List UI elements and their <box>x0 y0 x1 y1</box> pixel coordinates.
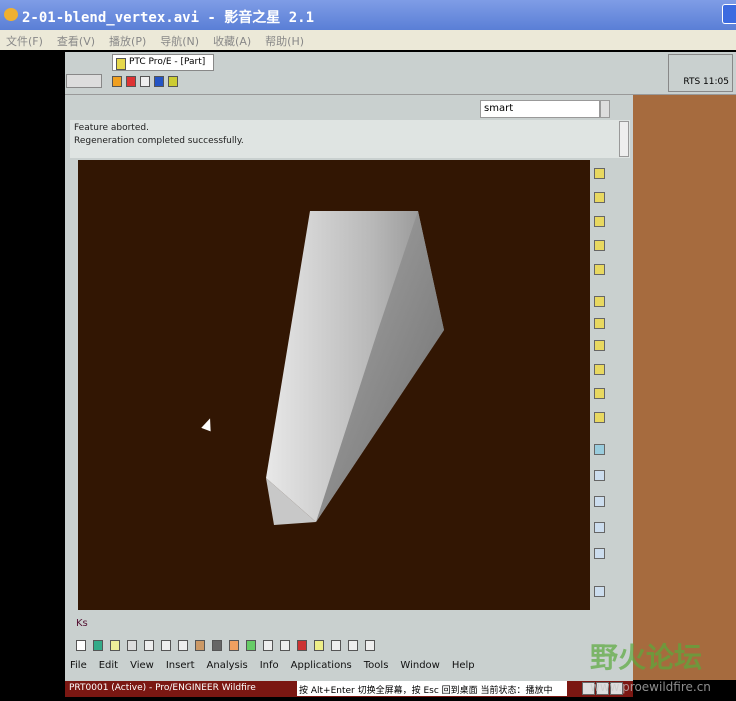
menu-file[interactable]: 文件(F) <box>6 33 43 48</box>
bottom-toolbar <box>76 640 375 651</box>
tool-icon[interactable] <box>594 586 605 597</box>
app-menu-edit[interactable]: Edit <box>99 660 118 671</box>
tool-icon[interactable] <box>594 168 605 179</box>
message: Regeneration completed successfully. <box>74 136 244 146</box>
tool-icon[interactable] <box>594 548 605 559</box>
part-model <box>266 211 444 525</box>
watermark-logo: 野火论坛 <box>590 641 703 674</box>
tool-icon[interactable] <box>594 412 605 423</box>
tool-icon[interactable] <box>594 216 605 227</box>
search-dropdown[interactable] <box>600 100 610 118</box>
print-icon[interactable] <box>127 640 137 651</box>
menu-bar: 文件(F) 查看(V) 播放(P) 导航(N) 收藏(A) 帮助(H) <box>0 30 736 50</box>
tool-icon[interactable] <box>594 522 605 533</box>
tool-icon[interactable] <box>365 640 375 651</box>
tool-icon[interactable] <box>212 640 222 651</box>
message: Feature aborted. <box>74 123 149 133</box>
app-menu-insert[interactable]: Insert <box>166 660 195 671</box>
minimize-button[interactable] <box>722 4 736 24</box>
app-menu-analysis[interactable]: Analysis <box>207 660 248 671</box>
message-scrollbar[interactable] <box>619 121 629 157</box>
tool-icon[interactable] <box>263 640 273 651</box>
app-menu-view[interactable]: View <box>130 660 154 671</box>
side-panel <box>633 95 736 680</box>
tool-icon[interactable] <box>314 640 324 651</box>
watermark-url: www.proewildfire.cn <box>590 680 711 694</box>
tool-icon[interactable] <box>594 388 605 399</box>
command-label: Ks <box>76 618 88 629</box>
tool-icon[interactable] <box>331 640 341 651</box>
tool-icon[interactable] <box>594 364 605 375</box>
tool-icon[interactable] <box>594 192 605 203</box>
menu-view[interactable]: 查看(V) <box>57 33 95 48</box>
tool-icon[interactable] <box>280 640 290 651</box>
app-menu-help[interactable]: Help <box>452 660 475 671</box>
window-title: 2-01-blend_vertex.avi - 影音之星 2.1 <box>22 10 315 26</box>
new-icon[interactable] <box>76 640 86 651</box>
menu-help[interactable]: 帮助(H) <box>265 33 304 48</box>
toolbar-icons <box>112 76 178 87</box>
toolbar-icons-left[interactable] <box>66 74 102 88</box>
tool-icon[interactable] <box>229 640 239 651</box>
right-toolbar <box>590 160 633 610</box>
window-tab[interactable]: PTC Pro/E - [Part] <box>112 54 214 71</box>
menu-favorites[interactable]: 收藏(A) <box>213 33 251 48</box>
app-menu-window[interactable]: Window <box>400 660 439 671</box>
search-input[interactable]: smart <box>480 100 600 118</box>
tool-icon[interactable] <box>348 640 358 651</box>
app-menu-info[interactable]: Info <box>260 660 279 671</box>
app-menu-applications[interactable]: Applications <box>291 660 352 671</box>
tool-icon[interactable] <box>246 640 256 651</box>
tool-icon[interactable] <box>594 496 605 507</box>
tool-icon[interactable] <box>594 296 605 307</box>
status-area: RTS 11:05 <box>668 54 733 92</box>
player-message: 按 Alt+Enter 切换全屏幕，按 Esc 回到桌面 当前状态：播放中 <box>297 681 567 696</box>
menu-play[interactable]: 播放(P) <box>109 33 146 48</box>
tool-icon[interactable] <box>594 470 605 481</box>
tool-icon[interactable] <box>594 340 605 351</box>
tool-icon[interactable] <box>594 240 605 251</box>
tool-icon[interactable] <box>168 76 178 87</box>
message-area: Feature aborted. Regeneration completed … <box>70 120 630 158</box>
menu-navigate[interactable]: 导航(N) <box>160 33 199 48</box>
tool-icon[interactable] <box>195 640 205 651</box>
app-menu-tools[interactable]: Tools <box>364 660 389 671</box>
redo-icon[interactable] <box>178 640 188 651</box>
tool-icon[interactable] <box>594 318 605 329</box>
tool-icon[interactable] <box>297 640 307 651</box>
title-bar: 2-01-blend_vertex.avi - 影音之星 2.1 <box>0 0 736 30</box>
undo-icon[interactable] <box>161 640 171 651</box>
graphics-viewport[interactable] <box>78 160 590 610</box>
tool-icon[interactable] <box>144 640 154 651</box>
play-icon[interactable] <box>154 76 164 87</box>
top-toolbar: PTC Pro/E - [Part] RTS 11:05 <box>65 52 736 95</box>
save-icon[interactable] <box>110 640 120 651</box>
tool-icon[interactable] <box>594 264 605 275</box>
tool-icon[interactable] <box>140 76 150 87</box>
app-menu-bar: File Edit View Insert Analysis Info Appl… <box>70 660 475 671</box>
tool-icon[interactable] <box>126 76 136 87</box>
app-icon <box>4 8 18 21</box>
tool-icon[interactable] <box>594 444 605 455</box>
open-icon[interactable] <box>93 640 103 651</box>
app-menu-file[interactable]: File <box>70 660 87 671</box>
tool-icon[interactable] <box>112 76 122 87</box>
